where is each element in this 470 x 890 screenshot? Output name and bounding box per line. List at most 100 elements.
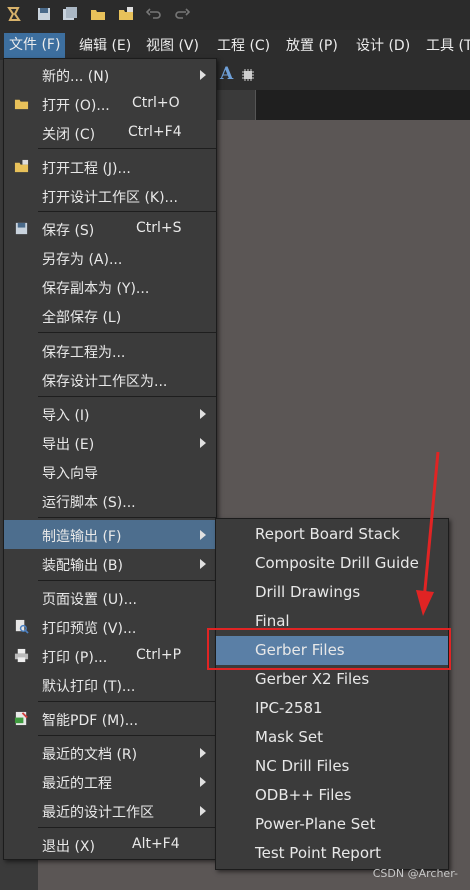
text-tool-icon[interactable]: A bbox=[220, 64, 233, 84]
submenu-item-ipc-2581[interactable]: IPC-2581 bbox=[216, 694, 448, 723]
menu-item-assembly-outputs[interactable]: 装配输出 (B) bbox=[4, 549, 216, 578]
menu-item-recent-projects[interactable]: 最近的工程 bbox=[4, 767, 216, 796]
menu-design[interactable]: 设计 (D) bbox=[351, 35, 415, 57]
menu-item-save-as[interactable]: 另存为 (A)... bbox=[4, 243, 216, 272]
menu-item-label: 装配输出 (B) bbox=[42, 558, 123, 574]
submenu-arrow-icon bbox=[200, 530, 206, 540]
menu-item-shortcut: Ctrl+S bbox=[136, 220, 182, 236]
document-tab-bar bbox=[215, 90, 470, 120]
menu-tools[interactable]: 工具 (T bbox=[421, 35, 470, 57]
menu-item-save[interactable]: 保存 (S) Ctrl+S bbox=[4, 214, 216, 243]
undo-icon[interactable] bbox=[146, 6, 162, 22]
menu-item-label: 全部保存 (L) bbox=[42, 310, 122, 326]
submenu-arrow-icon bbox=[200, 70, 206, 80]
submenu-arrow-icon bbox=[200, 438, 206, 448]
menu-separator bbox=[38, 580, 216, 581]
watermark: CSDN @Archer- bbox=[372, 867, 458, 880]
menu-bar: 文件 (F) 编辑 (E) 视图 (V) 工程 (C) 放置 (P) 设计 (D… bbox=[0, 30, 470, 60]
menu-item-label: 新的... (N) bbox=[42, 69, 110, 85]
menu-place[interactable]: 放置 (P) bbox=[281, 35, 343, 57]
menu-item-label: 保存设计工作区为... bbox=[42, 374, 168, 390]
menu-item-import-wizard[interactable]: 导入向导 bbox=[4, 457, 216, 486]
menu-item-new[interactable]: 新的... (N) bbox=[4, 60, 216, 89]
menu-item-label: 退出 (X) bbox=[42, 839, 95, 855]
menu-item-smart-pdf[interactable]: 智能PDF (M)... bbox=[4, 704, 216, 733]
menu-item-label: 最近的工程 bbox=[42, 776, 112, 792]
menu-separator bbox=[38, 148, 216, 149]
menu-item-save-all[interactable]: 全部保存 (L) bbox=[4, 301, 216, 330]
menu-item-label: 导入 (I) bbox=[42, 408, 90, 424]
menu-item-label: 页面设置 (U)... bbox=[42, 592, 137, 608]
menu-item-exit[interactable]: 退出 (X) Alt+F4 bbox=[4, 830, 216, 859]
menu-view[interactable]: 视图 (V) bbox=[141, 35, 204, 57]
menu-item-label: 保存副本为 (Y)... bbox=[42, 281, 150, 297]
main-toolbar bbox=[0, 0, 470, 31]
chip-icon[interactable] bbox=[241, 68, 255, 82]
menu-item-page-setup[interactable]: 页面设置 (U)... bbox=[4, 583, 216, 612]
submenu-item-label: Gerber X2 Files bbox=[255, 670, 370, 688]
submenu-arrow-icon bbox=[200, 748, 206, 758]
red-arrow-annotation bbox=[416, 451, 440, 616]
menu-item-label: 打开工程 (J)... bbox=[42, 161, 131, 177]
submenu-item-label: Report Board Stack bbox=[255, 525, 400, 543]
menu-item-label: 默认打印 (T)... bbox=[42, 679, 136, 695]
menu-project[interactable]: 工程 (C) bbox=[212, 35, 275, 57]
submenu-item-label: IPC-2581 bbox=[255, 699, 323, 717]
submenu-item-label: Composite Drill Guide bbox=[255, 554, 419, 572]
submenu-item-odb-files[interactable]: ODB++ Files bbox=[216, 781, 448, 810]
menu-item-label: 打开 (O)... bbox=[42, 98, 110, 114]
smart-pdf-icon bbox=[14, 711, 28, 726]
menu-item-label: 关闭 (C) bbox=[42, 127, 96, 143]
menu-item-open[interactable]: 打开 (O)... Ctrl+O bbox=[4, 89, 216, 118]
menu-separator bbox=[38, 396, 216, 397]
file-menu: 新的... (N) 打开 (O)... Ctrl+O 关闭 (C) Ctrl+F4 … bbox=[3, 58, 217, 860]
save-icon[interactable] bbox=[36, 6, 52, 22]
submenu-item-mask-set[interactable]: Mask Set bbox=[216, 723, 448, 752]
menu-item-save-copy[interactable]: 保存副本为 (Y)... bbox=[4, 272, 216, 301]
menu-item-label: 制造输出 (F) bbox=[42, 529, 122, 545]
menu-separator bbox=[38, 827, 216, 828]
open-folder-icon[interactable] bbox=[90, 6, 106, 22]
gerber-highlight-callout bbox=[207, 628, 451, 670]
menu-item-default-print[interactable]: 默认打印 (T)... bbox=[4, 670, 216, 699]
menu-item-label: 打印 (P)... bbox=[42, 650, 108, 666]
submenu-item-power-plane-set[interactable]: Power-Plane Set bbox=[216, 810, 448, 839]
menu-separator bbox=[38, 517, 216, 518]
menu-file[interactable]: 文件 (F) bbox=[4, 33, 66, 58]
menu-item-label: 智能PDF (M)... bbox=[42, 713, 139, 729]
menu-item-save-project-as[interactable]: 保存工程为... bbox=[4, 336, 216, 365]
menu-item-close[interactable]: 关闭 (C) Ctrl+F4 bbox=[4, 118, 216, 147]
menu-item-label: 打开设计工作区 (K)... bbox=[42, 190, 178, 206]
menu-item-open-workspace[interactable]: 打开设计工作区 (K)... bbox=[4, 181, 216, 210]
save-all-icon[interactable] bbox=[62, 6, 78, 22]
open-project-icon bbox=[14, 159, 29, 173]
submenu-item-label: NC Drill Files bbox=[255, 757, 350, 775]
menu-item-label: 导入向导 bbox=[42, 466, 98, 482]
redo-icon[interactable] bbox=[174, 6, 190, 22]
menu-edit[interactable]: 编辑 (E) bbox=[74, 35, 136, 57]
menu-item-open-project[interactable]: 打开工程 (J)... bbox=[4, 152, 216, 181]
submenu-item-label: Mask Set bbox=[255, 728, 324, 746]
menu-item-label: 保存 (S) bbox=[42, 223, 95, 239]
menu-separator bbox=[38, 735, 216, 736]
menu-item-save-workspace-as[interactable]: 保存设计工作区为... bbox=[4, 365, 216, 394]
submenu-item-label: Power-Plane Set bbox=[255, 815, 376, 833]
submenu-arrow-icon bbox=[200, 806, 206, 816]
menu-item-print[interactable]: 打印 (P)... Ctrl+P bbox=[4, 641, 216, 670]
submenu-item-test-point-report[interactable]: Test Point Report bbox=[216, 839, 448, 868]
print-preview-icon bbox=[15, 619, 29, 634]
menu-item-run-script[interactable]: 运行脚本 (S)... bbox=[4, 486, 216, 515]
open-project-icon[interactable] bbox=[118, 6, 134, 22]
menu-item-print-preview[interactable]: 打印预览 (V)... bbox=[4, 612, 216, 641]
menu-item-export[interactable]: 导出 (E) bbox=[4, 428, 216, 457]
menu-item-recent-documents[interactable]: 最近的文档 (R) bbox=[4, 738, 216, 767]
menu-item-import[interactable]: 导入 (I) bbox=[4, 399, 216, 428]
submenu-item-nc-drill-files[interactable]: NC Drill Files bbox=[216, 752, 448, 781]
printer-icon bbox=[14, 648, 29, 663]
menu-item-fabrication-outputs[interactable]: 制造输出 (F) bbox=[4, 520, 216, 549]
menu-item-recent-workspaces[interactable]: 最近的设计工作区 bbox=[4, 796, 216, 825]
submenu-arrow-icon bbox=[200, 559, 206, 569]
save-icon bbox=[15, 222, 28, 235]
document-tab[interactable] bbox=[215, 90, 256, 120]
menu-separator bbox=[38, 332, 216, 333]
